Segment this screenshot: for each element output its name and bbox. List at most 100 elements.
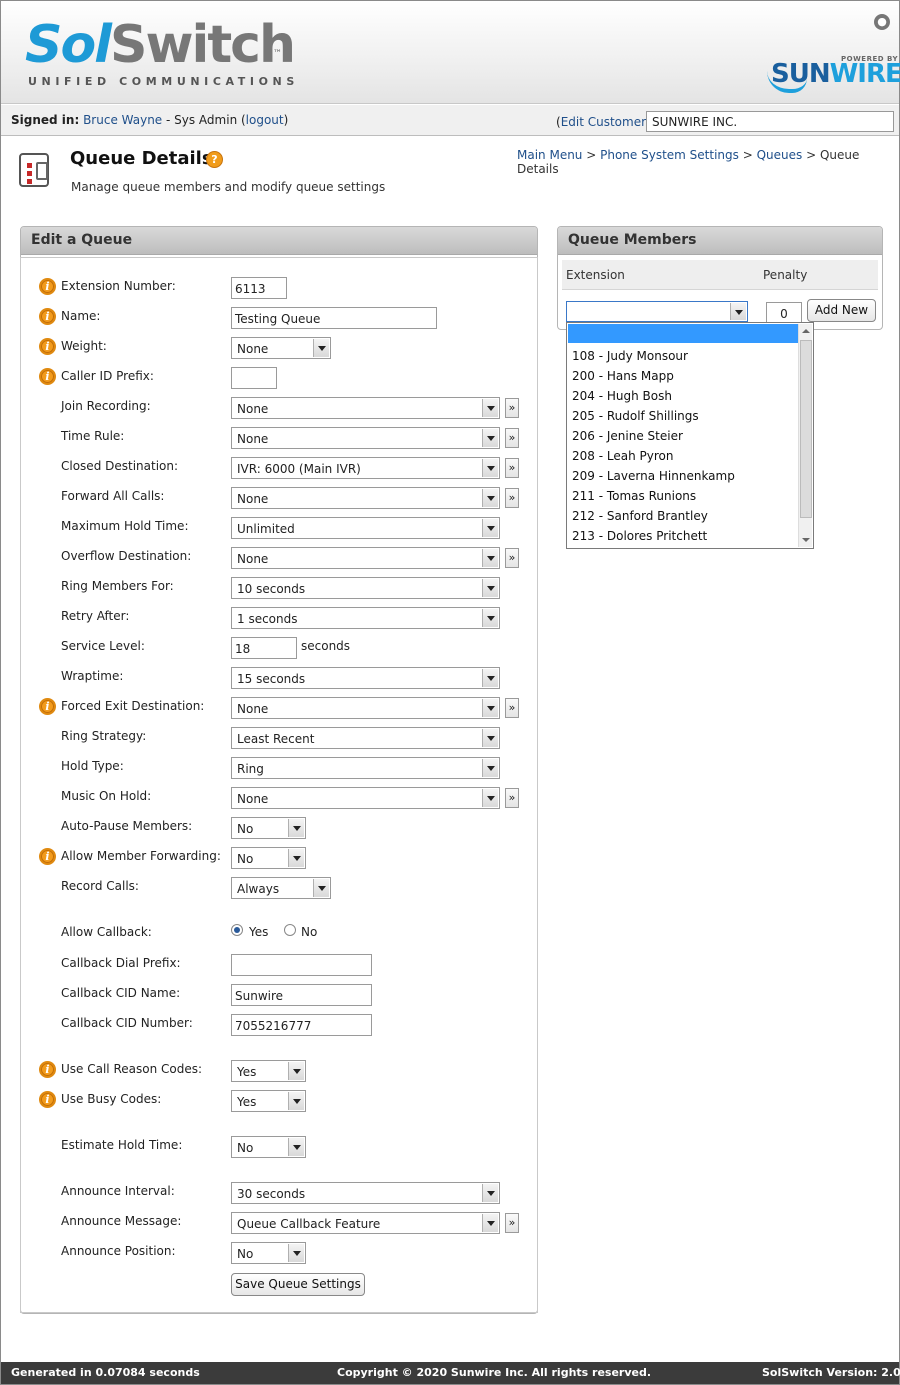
dropdown-option[interactable]: 206 - Jenine Steier (572, 429, 683, 443)
forward-all-select[interactable]: None (231, 487, 500, 509)
member-extension-dropdown[interactable]: 108 - Judy Monsour 200 - Hans Mapp 204 -… (566, 322, 814, 549)
user-link[interactable]: Bruce Wayne (83, 113, 162, 127)
announce-message-select[interactable]: Queue Callback Feature (231, 1212, 500, 1234)
info-icon[interactable]: i (39, 1091, 56, 1108)
forward-all-go-button[interactable]: » (505, 488, 519, 508)
save-queue-settings-button[interactable]: Save Queue Settings (231, 1273, 365, 1296)
music-on-hold-go-button[interactable]: » (505, 788, 519, 808)
callback-cid-name-label: Callback CID Name: (61, 986, 181, 1000)
info-icon[interactable]: i (39, 848, 56, 865)
breadcrumb-queues[interactable]: Queues (757, 148, 803, 162)
dropdown-scrollbar[interactable] (798, 324, 812, 547)
chevron-down-icon (313, 339, 329, 357)
announce-message-go-button[interactable]: » (505, 1213, 519, 1233)
copyright-text: Copyright © 2020 Sunwire Inc. All rights… (337, 1366, 652, 1379)
sunwire-logo: SUNWIRE (771, 59, 900, 89)
callback-cid-number-input[interactable]: 7055216777 (231, 1014, 372, 1036)
member-extension-select[interactable] (566, 301, 748, 322)
use-busy-codes-select[interactable]: Yes (231, 1090, 306, 1112)
info-icon[interactable]: i (39, 1061, 56, 1078)
announce-interval-select[interactable]: 30 seconds (231, 1182, 500, 1204)
footer-bar: Generated in 0.07084 seconds Copyright ©… (1, 1362, 900, 1384)
dropdown-option[interactable]: 205 - Rudolf Shillings (572, 409, 699, 423)
edit-customer: (Edit Customer) (556, 115, 651, 129)
use-reason-codes-select[interactable]: Yes (231, 1060, 306, 1082)
info-icon[interactable]: i (39, 698, 56, 715)
callback-cid-name-input[interactable]: Sunwire (231, 984, 372, 1006)
penalty-input[interactable]: 0 (766, 302, 802, 324)
info-icon[interactable]: i (39, 308, 56, 325)
chevron-down-icon (730, 303, 746, 320)
allow-forwarding-select[interactable]: No (231, 847, 306, 869)
dropdown-blank-option[interactable] (568, 324, 798, 343)
record-calls-label: Record Calls: (61, 879, 139, 893)
extension-input[interactable]: 6113 (231, 277, 287, 299)
edit-queue-panel-title: Edit a Queue (21, 227, 537, 255)
time-rule-select[interactable]: None (231, 427, 500, 449)
dropdown-option[interactable]: 208 - Leah Pyron (572, 449, 673, 463)
edit-customer-link[interactable]: Edit Customer (561, 115, 646, 129)
allow-callback-label: Allow Callback: (61, 925, 152, 939)
extension-label: Extension Number: (61, 279, 176, 293)
wraptime-select[interactable]: 15 seconds (231, 667, 500, 689)
generated-time: Generated in 0.07084 seconds (11, 1366, 200, 1379)
closed-destination-select[interactable]: IVR: 6000 (Main IVR) (231, 457, 500, 479)
dropdown-option[interactable]: 108 - Judy Monsour (572, 349, 688, 363)
announce-position-select[interactable]: No (231, 1242, 306, 1264)
caller-id-prefix-label: Caller ID Prefix: (61, 369, 154, 383)
chevron-down-icon (482, 399, 498, 417)
overflow-select[interactable]: None (231, 547, 500, 569)
dropdown-option[interactable]: 204 - Hugh Bosh (572, 389, 672, 403)
forced-exit-go-button[interactable]: » (505, 698, 519, 718)
music-on-hold-select[interactable]: None (231, 787, 500, 809)
join-recording-select[interactable]: None (231, 397, 500, 419)
help-icon[interactable]: ? (206, 151, 223, 168)
queue-members-header-row: Extension Penalty (562, 260, 878, 290)
scroll-down-icon[interactable] (802, 538, 810, 542)
join-recording-go-button[interactable]: » (505, 398, 519, 418)
ring-members-select[interactable]: 10 seconds (231, 577, 500, 599)
join-recording-label: Join Recording: (61, 399, 151, 413)
dropdown-option[interactable]: 213 - Dolores Pritchett (572, 529, 707, 543)
info-icon[interactable]: i (39, 278, 56, 295)
service-level-input[interactable]: 18 (231, 637, 297, 659)
breadcrumb-phone-system-settings[interactable]: Phone System Settings (600, 148, 739, 162)
callback-prefix-input[interactable] (231, 954, 372, 976)
callback-no-radio[interactable] (284, 924, 296, 936)
dropdown-option[interactable]: 209 - Laverna Hinnenkamp (572, 469, 735, 483)
chevron-down-icon (482, 489, 498, 507)
logout-link[interactable]: logout (246, 113, 284, 127)
estimate-hold-select[interactable]: No (231, 1136, 306, 1158)
retry-after-select[interactable]: 1 seconds (231, 607, 500, 629)
signed-in-text: Signed in: Bruce Wayne - Sys Admin (logo… (11, 113, 289, 127)
dropdown-option[interactable]: 200 - Hans Mapp (572, 369, 674, 383)
use-reason-codes-label: Use Call Reason Codes: (61, 1062, 203, 1076)
dropdown-option[interactable]: 212 - Sanford Brantley (572, 509, 708, 523)
overflow-go-button[interactable]: » (505, 548, 519, 568)
time-rule-go-button[interactable]: » (505, 428, 519, 448)
hold-type-select[interactable]: Ring (231, 757, 500, 779)
callback-yes-radio[interactable] (231, 924, 243, 936)
scroll-up-icon[interactable] (802, 329, 810, 333)
forced-exit-select[interactable]: None (231, 697, 500, 719)
name-input[interactable]: Testing Queue (231, 307, 437, 329)
scrollbar-thumb[interactable] (800, 340, 812, 518)
record-calls-select[interactable]: Always (231, 877, 331, 899)
caller-id-prefix-input[interactable] (231, 367, 277, 389)
info-icon[interactable]: i (39, 368, 56, 385)
closed-destination-go-button[interactable]: » (505, 458, 519, 478)
globe-icon[interactable]: ● (874, 14, 890, 30)
weight-select[interactable]: None (231, 337, 331, 359)
announce-position-label: Announce Position: (61, 1244, 176, 1258)
breadcrumb-main-menu[interactable]: Main Menu (517, 148, 582, 162)
chevron-down-icon (482, 579, 498, 597)
info-icon[interactable]: i (39, 338, 56, 355)
chevron-down-icon (482, 759, 498, 777)
auto-pause-select[interactable]: No (231, 817, 306, 839)
add-new-member-button[interactable]: Add New (807, 299, 876, 322)
customer-field[interactable]: SUNWIRE INC. (646, 111, 894, 132)
max-hold-select[interactable]: Unlimited (231, 517, 500, 539)
announce-interval-label: Announce Interval: (61, 1184, 175, 1198)
dropdown-option[interactable]: 211 - Tomas Runions (572, 489, 696, 503)
ring-strategy-select[interactable]: Least Recent (231, 727, 500, 749)
